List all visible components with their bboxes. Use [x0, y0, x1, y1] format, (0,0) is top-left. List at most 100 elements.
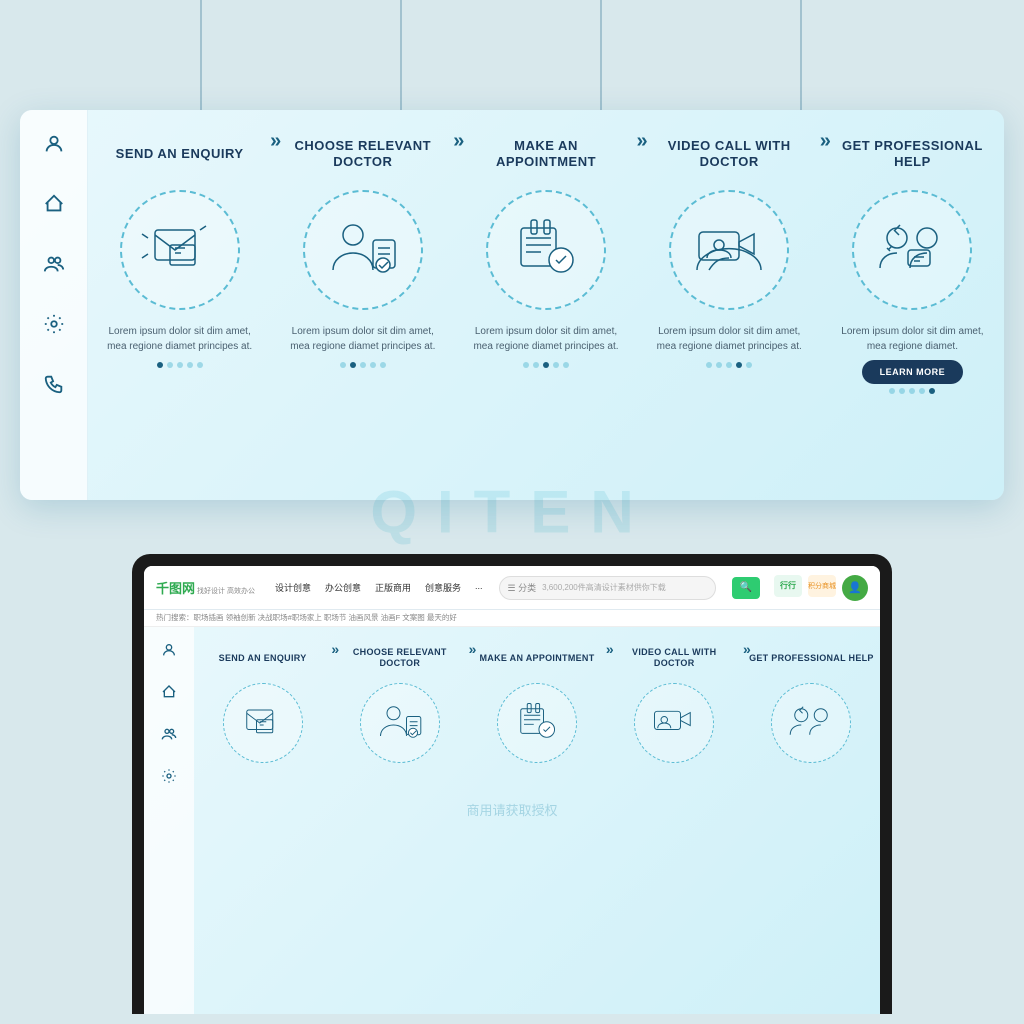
laptop-sidebar-group[interactable]	[158, 723, 180, 745]
dot-3	[360, 362, 366, 368]
step-3-icon	[486, 190, 606, 310]
browser-nav: 设计创意 办公创意 正版商用 创意服务 ...	[275, 581, 483, 594]
sidebar-icon-phone[interactable]	[38, 368, 70, 400]
laptop-section: 千图网 找好设计 高效办公 设计创意 办公创意 正版商用 创意服务 ... ☰ …	[0, 554, 1024, 1024]
user-avatar[interactable]: 👤	[842, 575, 868, 601]
laptop-step-4-title: VIDEO CALL WITH DOCTOR	[612, 639, 737, 677]
browser-icon-1[interactable]: 行行	[774, 575, 802, 597]
sidebar-icon-home[interactable]	[38, 188, 70, 220]
dot-4	[553, 362, 559, 368]
laptop-step-3-title: MAKE AN APPOINTMENT	[479, 639, 594, 677]
step-2-card: CHOOSE RELEVANT DOCTOR Lorem ipsum dolor…	[281, 128, 444, 488]
laptop-sidebar-user[interactable]	[158, 639, 180, 661]
step-3-card: MAKE AN APPOINTMENT Lorem ipsum dolor si…	[464, 128, 627, 488]
sidebar-icon-user[interactable]	[38, 128, 70, 160]
dot-4	[370, 362, 376, 368]
dot-2	[350, 362, 356, 368]
step-2-text: Lorem ipsum dolor sit dim amet, mea regi…	[281, 324, 444, 354]
top-banner: SEND AN ENQUIRY Lorem ipsum dolor sit di…	[20, 110, 1004, 500]
step-2-choose-doctor: CHOOSE RELEVANT DOCTOR Lorem ipsum dolor…	[271, 110, 454, 500]
step-5-icon	[852, 190, 972, 310]
dot-4	[736, 362, 742, 368]
laptop-screen: 千图网 找好设计 高效办公 设计创意 办公创意 正版商用 创意服务 ... ☰ …	[144, 566, 880, 1014]
search-button[interactable]: 🔍	[732, 577, 760, 599]
laptop-step-4: VIDEO CALL WITH DOCTOR	[606, 627, 743, 1014]
browser-logo: 千图网 找好设计 高效办公	[156, 578, 255, 597]
dot-3	[726, 362, 732, 368]
dot-2	[167, 362, 173, 368]
dot-1	[523, 362, 529, 368]
sidebar-icon-settings[interactable]	[38, 308, 70, 340]
step-5-text: Lorem ipsum dolor sit dim amet, mea regi…	[831, 324, 994, 354]
step-2-icon	[303, 190, 423, 310]
dot-3	[909, 388, 915, 394]
step-1-card: SEND AN ENQUIRY Lorem ipsum dolor sit di…	[98, 128, 261, 488]
step-4-icon	[669, 190, 789, 310]
browser-icon-2[interactable]: 积分商城	[808, 575, 836, 597]
laptop-step-2-title: CHOOSE RELEVANT DOCTOR	[337, 639, 462, 677]
laptop-step-5-icon	[771, 683, 851, 763]
laptop-step-3: MAKE AN APPOINTMENT	[468, 627, 605, 1014]
cn-watermark: 商用请获取授权	[466, 800, 557, 819]
step-4-dots	[706, 362, 752, 368]
dot-2	[899, 388, 905, 394]
top-banner-steps: SEND AN ENQUIRY Lorem ipsum dolor sit di…	[88, 110, 1004, 500]
step-1-dots	[157, 362, 203, 368]
dot-4	[187, 362, 193, 368]
logo-text: 千图网	[156, 578, 195, 597]
step-3-dots	[523, 362, 569, 368]
search-bar-icon: ☰ 分类	[508, 581, 537, 594]
laptop-outer: 千图网 找好设计 高效办公 设计创意 办公创意 正版商用 创意服务 ... ☰ …	[132, 554, 892, 1014]
laptop-step-2: CHOOSE RELEVANT DOCTOR	[331, 627, 468, 1014]
laptop-step-5: GET PROFESSIONAL HELP	[743, 627, 880, 1014]
laptop-step-3-icon	[497, 683, 577, 763]
laptop-step-4-icon	[634, 683, 714, 763]
step-4-video-call: VIDEO CALL WITH DOCTOR Lorem ipsum dolor…	[638, 110, 821, 500]
dot-2	[716, 362, 722, 368]
dot-1	[157, 362, 163, 368]
laptop-step-5-title: GET PROFESSIONAL HELP	[749, 639, 874, 677]
laptop-sidebar-home[interactable]	[158, 681, 180, 703]
step-3-appointment: MAKE AN APPOINTMENT Lorem ipsum dolor si…	[454, 110, 637, 500]
qiten-watermark: QITEN	[370, 478, 653, 547]
search-placeholder-text: 3,600,200件高清设计素材供你下载	[542, 582, 707, 593]
nav-creative-service[interactable]: 创意服务	[425, 581, 461, 594]
sidebar-icon-group[interactable]	[38, 248, 70, 280]
step-2-title: CHOOSE RELEVANT DOCTOR	[281, 128, 444, 180]
laptop-step-1-icon	[223, 683, 303, 763]
step-4-text: Lorem ipsum dolor sit dim amet, mea regi…	[648, 324, 811, 354]
dot-1	[889, 388, 895, 394]
laptop-step-1: SEND AN ENQUIRY	[194, 627, 331, 1014]
top-banner-sidebar	[20, 110, 88, 500]
string-4	[800, 0, 802, 115]
nav-design-creative[interactable]: 设计创意	[275, 581, 311, 594]
string-1	[200, 0, 202, 115]
laptop-inner-banner: SEND AN ENQUIRY CHOOSE RELEVANT DOCTOR	[144, 627, 880, 1014]
step-4-card: VIDEO CALL WITH DOCTOR Lorem ipsum dolor…	[648, 128, 811, 488]
dot-3	[177, 362, 183, 368]
nav-commercial[interactable]: 正版商用	[375, 581, 411, 594]
step-2-dots	[340, 362, 386, 368]
dot-3	[543, 362, 549, 368]
dot-5	[929, 388, 935, 394]
browser-bar: 千图网 找好设计 高效办公 设计创意 办公创意 正版商用 创意服务 ... ☰ …	[144, 566, 880, 610]
dot-4	[919, 388, 925, 394]
learn-more-button[interactable]: LEARN MORE	[862, 360, 964, 384]
laptop-step-1-title: SEND AN ENQUIRY	[219, 639, 307, 677]
step-1-send-enquiry: SEND AN ENQUIRY Lorem ipsum dolor sit di…	[88, 110, 271, 500]
nav-office-creative[interactable]: 办公创意	[325, 581, 361, 594]
nav-more[interactable]: ...	[475, 581, 483, 594]
step-3-text: Lorem ipsum dolor sit dim amet, mea regi…	[464, 324, 627, 354]
browser-right-icons: 行行 积分商城 👤	[774, 575, 868, 601]
dot-1	[706, 362, 712, 368]
step-4-title: VIDEO CALL WITH DOCTOR	[648, 128, 811, 180]
step-5-professional-help: GET PROFESSIONAL HELP Lorem ipsum dolor …	[821, 110, 1004, 500]
dot-5	[746, 362, 752, 368]
dot-5	[197, 362, 203, 368]
laptop-sidebar-settings[interactable]	[158, 765, 180, 787]
hot-tags-bar: 热门搜索：职场插画 领袖创新 决战职场#职场家上 职场节 油画风景 油画F 文案…	[144, 610, 880, 627]
dot-5	[380, 362, 386, 368]
step-5-title: GET PROFESSIONAL HELP	[831, 128, 994, 180]
dot-2	[533, 362, 539, 368]
step-5-dots	[889, 388, 935, 394]
